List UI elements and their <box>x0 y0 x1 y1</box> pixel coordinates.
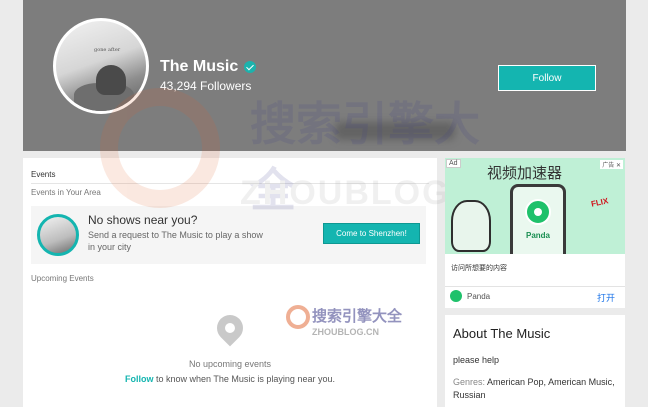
ad-headline: 视频加速器 <box>487 165 563 182</box>
ad-label: Ad <box>446 159 461 168</box>
avatar-figure-head <box>96 65 126 95</box>
come-to-city-button[interactable]: Come to Shenzhen! <box>323 223 420 244</box>
ad-open-button[interactable]: 打开 <box>597 291 615 304</box>
panda-app-icon <box>525 199 551 225</box>
no-upcoming-text: No upcoming events <box>188 359 272 369</box>
phone-icon: Panda <box>510 184 566 254</box>
artist-thumbnail <box>37 214 79 256</box>
genres-label: Genres: <box>453 377 488 387</box>
phone-app-label: Panda <box>525 231 550 240</box>
about-title: About The Music <box>453 326 551 341</box>
events-in-area-label: Events in Your Area <box>31 188 101 197</box>
blurred-overlay <box>335 122 455 140</box>
verified-icon <box>244 61 256 73</box>
request-text: Send a request to The Music to play a sh… <box>88 230 263 252</box>
netflix-logo: FLIX <box>590 196 610 209</box>
no-shows-card: No shows near you? Send a request to The… <box>31 206 426 264</box>
follower-count: 43,294 Followers <box>160 79 252 93</box>
events-title: Events <box>31 170 56 179</box>
artist-header: gone after The Music 43,294 Followers Fo… <box>23 0 626 151</box>
ad-image[interactable]: 视频加速器 Panda FLIX Ad 广告 ✕ <box>445 158 625 254</box>
watermark-logo-icon <box>286 305 310 329</box>
follow-prompt: Follow to know when The Music is playing… <box>23 374 437 384</box>
follow-link[interactable]: Follow <box>125 374 154 384</box>
about-text: please help <box>453 355 500 365</box>
ad-description: 访问所想要的内容 <box>451 265 507 272</box>
watermark-small: 搜索引擎大全 ZHOUBLOG.CN <box>286 303 406 343</box>
events-divider <box>31 183 429 184</box>
watermark-small-url: ZHOUBLOG.CN <box>312 327 379 337</box>
upcoming-events-label: Upcoming Events <box>31 274 94 283</box>
panda-character-icon <box>451 200 491 252</box>
panda-logo-icon <box>450 290 462 302</box>
ad-divider <box>445 286 625 287</box>
ad-panel[interactable]: 视频加速器 Panda FLIX Ad 广告 ✕ 访问所想要的内容 Panda … <box>445 158 625 308</box>
genres-line: Genres: American Pop, American Music, Ru… <box>453 376 621 402</box>
events-panel: Events Events in Your Area No shows near… <box>23 158 437 407</box>
location-pin-icon <box>211 309 249 347</box>
artist-avatar[interactable]: gone after <box>53 18 149 114</box>
follow-prompt-text: to know when The Music is playing near y… <box>153 374 335 384</box>
artist-name: The Music <box>160 58 239 75</box>
about-panel: About The Music please help Genres: Amer… <box>445 315 625 407</box>
ad-brand-name: Panda <box>467 292 491 301</box>
follow-button[interactable]: Follow <box>498 65 596 91</box>
ad-choices-icon[interactable]: 广告 ✕ <box>600 160 623 169</box>
no-shows-heading: No shows near you? <box>88 213 198 227</box>
avatar-caption: gone after <box>94 47 121 53</box>
watermark-small-text: 搜索引擎大全 <box>312 308 403 325</box>
